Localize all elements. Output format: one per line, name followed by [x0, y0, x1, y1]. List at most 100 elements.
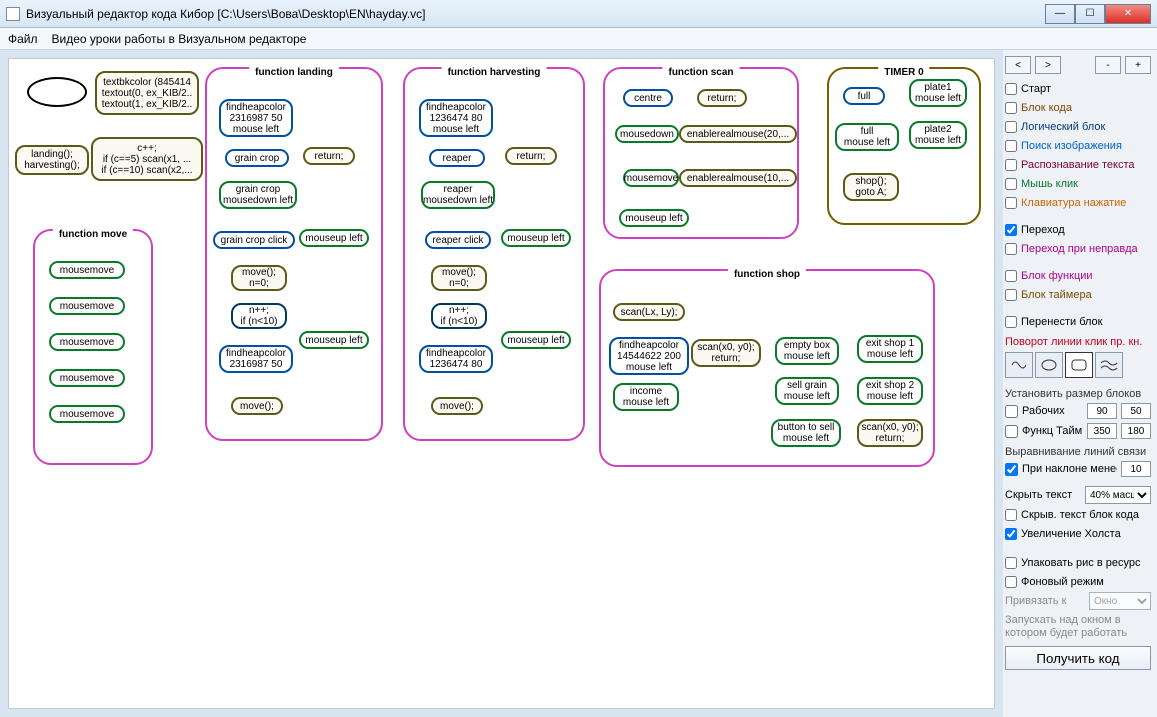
zoom-out-button[interactable]: -: [1095, 56, 1121, 74]
tool-keyboard[interactable]: Клавиатура нажатие: [1005, 194, 1151, 211]
zoom-canvas-check[interactable]: [1005, 528, 1017, 540]
block-move[interactable]: Перенести блок: [1005, 313, 1151, 330]
tool-code-label[interactable]: Блок кода: [1021, 102, 1072, 114]
node-l-grain1[interactable]: grain crop: [225, 149, 289, 167]
size-func-check[interactable]: [1005, 425, 1018, 438]
tool-start[interactable]: Старт: [1005, 80, 1151, 97]
node-sh-income[interactable]: income mouse left: [613, 383, 679, 411]
menu-video[interactable]: Видео уроки работы в Визуальном редактор…: [52, 32, 307, 46]
pack-label[interactable]: Упаковать рис в ресурс: [1021, 557, 1141, 569]
node-sh-exit1[interactable]: exit shop 1 mouse left: [857, 335, 923, 363]
node-sh-scanr[interactable]: scan(x0, y0); return;: [691, 339, 761, 367]
block-func[interactable]: Блок функции: [1005, 267, 1151, 284]
node-mm1[interactable]: mousemove: [49, 261, 125, 279]
tool-logic-check[interactable]: [1005, 121, 1017, 133]
tool-imgsearch-check[interactable]: [1005, 140, 1017, 152]
shape-ellipse[interactable]: [1035, 352, 1063, 378]
bgmode-label[interactable]: Фоновый режим: [1021, 576, 1104, 588]
node-cplus[interactable]: c++; if (c==5) scan(x1, ... if (c==10) s…: [91, 137, 203, 181]
tool-code[interactable]: Блок кода: [1005, 99, 1151, 116]
block-func-label[interactable]: Блок функции: [1021, 270, 1093, 282]
block-func-check[interactable]: [1005, 270, 1017, 282]
node-sh-empty[interactable]: empty box mouse left: [775, 337, 839, 365]
node-l-find2[interactable]: findheapcolor 2316987 50: [219, 345, 293, 373]
trans-gofalse-check[interactable]: [1005, 243, 1017, 255]
trans-gofalse-label[interactable]: Переход при неправда: [1021, 243, 1138, 255]
tool-start-label[interactable]: Старт: [1021, 83, 1051, 95]
node-sh-scanr2[interactable]: scan(x0, y0); return;: [857, 419, 923, 447]
bgmode-row[interactable]: Фоновый режим: [1005, 573, 1151, 590]
bgmode-check[interactable]: [1005, 576, 1017, 588]
node-land-harv[interactable]: landing(); harvesting();: [15, 145, 89, 175]
node-h-mup2[interactable]: mouseup left: [501, 331, 571, 349]
tool-mouse-label[interactable]: Мышь клик: [1021, 178, 1078, 190]
trans-go-label[interactable]: Переход: [1021, 224, 1065, 236]
block-move-label[interactable]: Перенести блок: [1021, 316, 1102, 328]
size-func-h[interactable]: [1121, 423, 1151, 439]
close-button[interactable]: ✕: [1105, 4, 1151, 24]
block-timer-label[interactable]: Блок таймера: [1021, 289, 1092, 301]
tool-ocr[interactable]: Распознавание текста: [1005, 156, 1151, 173]
node-s-mdown[interactable]: mousedown: [615, 125, 679, 143]
align-slope-check[interactable]: [1005, 463, 1018, 476]
node-h-reap1[interactable]: reaper: [429, 149, 485, 167]
pack-check[interactable]: [1005, 557, 1017, 569]
size-func-w[interactable]: [1087, 423, 1117, 439]
node-s-mm[interactable]: mousemove: [623, 169, 679, 187]
nav-back-button[interactable]: <: [1005, 56, 1031, 74]
tool-mouse-check[interactable]: [1005, 178, 1017, 190]
tool-keyboard-check[interactable]: [1005, 197, 1017, 209]
tool-start-check[interactable]: [1005, 83, 1017, 95]
node-s-centre[interactable]: centre: [623, 89, 673, 107]
node-mm5[interactable]: mousemove: [49, 405, 125, 423]
node-h-mup1[interactable]: mouseup left: [501, 229, 571, 247]
canvas-area[interactable]: textbkcolor (845414 textout(0, ex_KIB/2.…: [8, 58, 995, 709]
node-mm4[interactable]: mousemove: [49, 369, 125, 387]
hide-text-select[interactable]: 40% масш: [1085, 486, 1151, 504]
node-l-move1[interactable]: move(); n=0;: [231, 265, 287, 291]
nav-forward-button[interactable]: >: [1035, 56, 1061, 74]
node-h-if[interactable]: n++; if (n<10): [431, 303, 487, 329]
tool-imgsearch-label[interactable]: Поиск изображения: [1021, 140, 1122, 152]
zoom-in-button[interactable]: +: [1125, 56, 1151, 74]
node-h-find2[interactable]: findheapcolor 1236474 80: [419, 345, 493, 373]
trans-gofalse[interactable]: Переход при неправда: [1005, 240, 1151, 257]
node-t-plate2[interactable]: plate2 mouse left: [909, 121, 967, 149]
canvas[interactable]: textbkcolor (845414 textout(0, ex_KIB/2.…: [9, 59, 994, 708]
node-sh-find[interactable]: findheapcolor 14544622 200 mouse left: [609, 337, 689, 375]
hide-block-row[interactable]: Скрыв. текст блок кода: [1005, 506, 1151, 523]
tool-mouse[interactable]: Мышь клик: [1005, 175, 1151, 192]
trans-go[interactable]: Переход: [1005, 221, 1151, 238]
node-sh-button[interactable]: button to sell mouse left: [771, 419, 841, 447]
align-slope-val[interactable]: [1121, 461, 1151, 477]
node-mm3[interactable]: mousemove: [49, 333, 125, 351]
tool-keyboard-label[interactable]: Клавиатура нажатие: [1021, 197, 1126, 209]
node-h-reapc[interactable]: reaper click: [425, 231, 491, 249]
get-code-button[interactable]: Получить код: [1005, 646, 1151, 670]
node-h-find[interactable]: findheapcolor 1236474 80 mouse left: [419, 99, 493, 137]
node-h-move2[interactable]: move();: [431, 397, 483, 415]
node-t-shop[interactable]: shop(); goto A;: [843, 173, 899, 201]
tool-ocr-check[interactable]: [1005, 159, 1017, 171]
hide-block-label[interactable]: Скрыв. текст блок кода: [1021, 509, 1139, 521]
shape-wobble[interactable]: [1005, 352, 1033, 378]
tool-imgsearch[interactable]: Поиск изображения: [1005, 137, 1151, 154]
node-sh-exit2[interactable]: exit shop 2 mouse left: [857, 377, 923, 405]
node-l-if[interactable]: n++; if (n<10): [231, 303, 287, 329]
size-work-w[interactable]: [1087, 403, 1117, 419]
menu-file[interactable]: Файл: [8, 32, 38, 46]
trans-go-check[interactable]: [1005, 224, 1017, 236]
node-sh-sell[interactable]: sell grain mouse left: [775, 377, 839, 405]
node-h-move1[interactable]: move(); n=0;: [431, 265, 487, 291]
node-mm2[interactable]: mousemove: [49, 297, 125, 315]
hide-block-check[interactable]: [1005, 509, 1017, 521]
block-timer-check[interactable]: [1005, 289, 1017, 301]
node-l-mup1[interactable]: mouseup left: [299, 229, 369, 247]
block-move-check[interactable]: [1005, 316, 1017, 328]
tool-logic[interactable]: Логический блок: [1005, 118, 1151, 135]
node-l-grainc[interactable]: grain crop click: [213, 231, 295, 249]
minimize-button[interactable]: —: [1045, 4, 1075, 24]
node-s-mup[interactable]: mouseup left: [619, 209, 689, 227]
zoom-canvas-row[interactable]: Увеличение Холста: [1005, 525, 1151, 542]
node-t-fullml[interactable]: full mouse left: [835, 123, 899, 151]
